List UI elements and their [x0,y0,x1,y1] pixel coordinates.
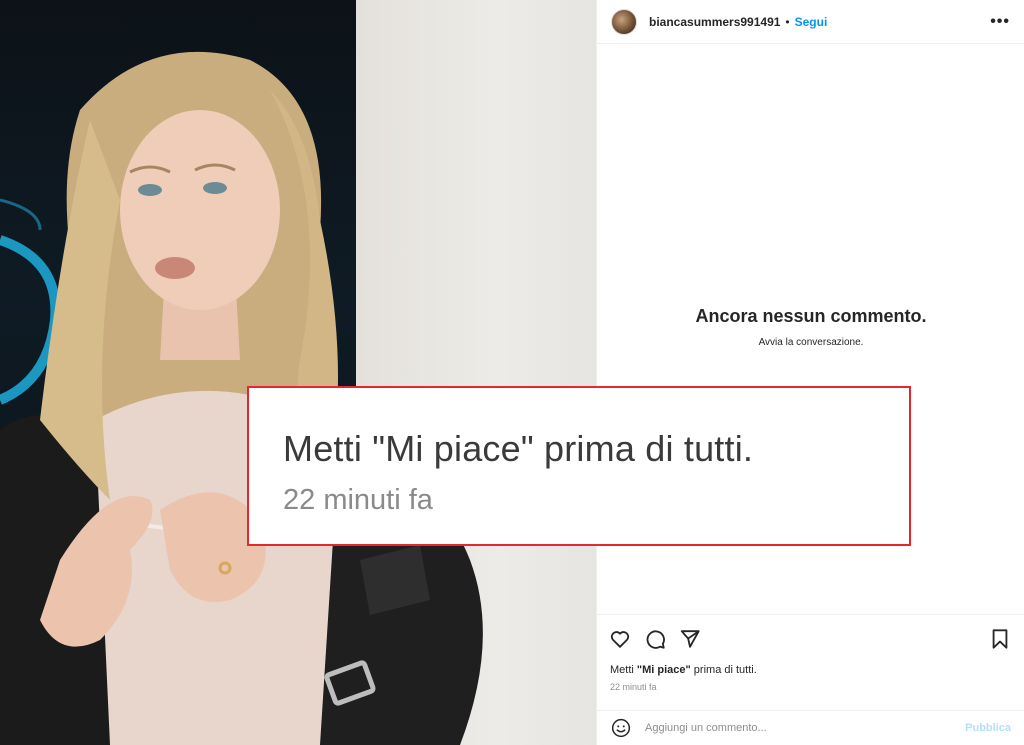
post-timestamp[interactable]: 22 minuti fa [610,682,657,692]
zoom-callout: Metti "Mi piace" prima di tutti. 22 minu… [247,386,911,546]
empty-comments-subtitle: Avvia la conversazione. [758,337,864,348]
comment-bar: Pubblica [597,710,1024,745]
follow-button[interactable]: Segui [795,15,828,29]
instagram-post-view: biancasummers991491 • Segui ••• Ancora n… [0,0,1024,745]
separator-dot: • [785,14,790,29]
photo-illustration [0,51,483,745]
post-photo[interactable] [0,0,596,745]
post-actions [597,614,1024,664]
post-sidebar: biancasummers991491 • Segui ••• Ancora n… [596,0,1024,745]
heart-icon[interactable] [609,628,633,652]
send-icon[interactable] [679,628,703,652]
more-horizontal-icon[interactable]: ••• [990,13,1010,31]
empty-comments-title: Ancora nessun commento. [695,306,927,326]
empty-comments: Ancora nessun commento. Avvia la convers… [597,306,1024,348]
likes-line: Metti "Mi piace" prima di tutti. [610,664,757,676]
likes-prefix: Metti [610,664,637,676]
callout-timestamp: 22 minuti fa [283,484,433,516]
callout-likes-text: Metti "Mi piace" prima di tutti. [283,428,754,469]
comment-input[interactable] [645,722,966,734]
comment-icon[interactable] [644,628,668,652]
emoji-icon[interactable] [611,718,631,738]
post-header: biancasummers991491 • Segui ••• [597,0,1024,44]
username-link[interactable]: biancasummers991491 [649,15,780,29]
likes-link[interactable]: "Mi piace" [637,664,691,676]
bookmark-icon[interactable] [989,628,1013,652]
publish-button[interactable]: Pubblica [965,722,1011,734]
likes-suffix: prima di tutti. [690,664,757,676]
avatar[interactable] [611,8,637,35]
